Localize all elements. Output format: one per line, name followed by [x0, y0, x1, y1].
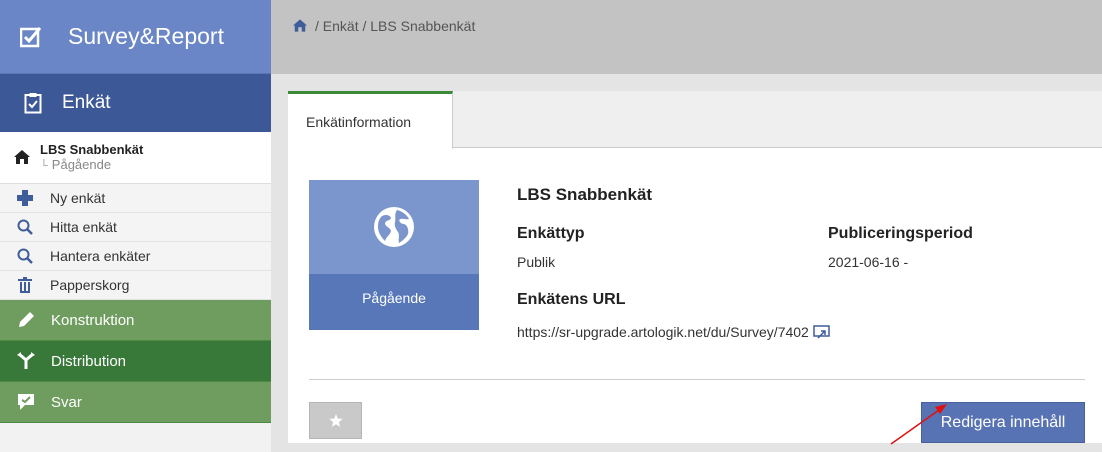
survey-url-label: Enkätens URL — [517, 291, 626, 308]
open-external-icon[interactable] — [813, 325, 830, 339]
sidebar-section-enkat[interactable]: Enkät — [0, 74, 271, 132]
group-label: Distribution — [51, 352, 127, 370]
section-title: Enkät — [62, 92, 111, 113]
current-survey-title: LBS Snabbenkät — [40, 141, 144, 157]
group-label: Konstruktion — [51, 311, 135, 329]
main-content: Enkätinformation Pågående LBS Snabbenkät… — [271, 74, 1102, 452]
sidebar-item-papperskorg[interactable]: Papperskorg — [0, 271, 271, 300]
sidebar-item-label: Ny enkät — [50, 190, 106, 206]
tree-branch-mark: └ — [40, 159, 48, 172]
sidebar-item-hitta-enkat[interactable]: Hitta enkät — [0, 213, 271, 242]
sidebar-item-label: Hantera enkäter — [50, 248, 151, 264]
survey-url-row: https://sr-upgrade.artologik.net/du/Surv… — [517, 324, 830, 340]
breadcrumb: / Enkät / LBS Snabbenkät — [271, 0, 1102, 74]
survey-status-tile: Pågående — [309, 180, 479, 330]
home-icon[interactable] — [293, 19, 307, 32]
plus-icon — [17, 190, 33, 206]
divider — [309, 379, 1085, 380]
home-icon — [14, 149, 30, 164]
globe-icon — [374, 207, 414, 247]
distribution-icon — [17, 352, 35, 369]
breadcrumb-text[interactable]: / Enkät / LBS Snabbenkät — [315, 18, 475, 34]
survey-type-value: Publik — [517, 254, 556, 270]
clipboard-check-icon — [24, 93, 42, 114]
search-icon — [17, 219, 33, 235]
pencil-icon — [19, 312, 34, 327]
sidebar-item-ny-enkat[interactable]: Ny enkät — [0, 184, 271, 213]
publication-period-label: Publiceringsperiod — [828, 225, 973, 242]
survey-type-label: Enkättyp — [517, 225, 585, 242]
brand-name: Survey&Report — [68, 23, 224, 49]
brand-header[interactable]: Survey&Report — [0, 0, 271, 74]
sidebar-item-label: Papperskorg — [50, 277, 130, 293]
sidebar-group-konstruktion[interactable]: Konstruktion — [0, 300, 271, 341]
favorite-button[interactable] — [309, 402, 362, 439]
sidebar: Survey&Report Enkät LBS Snabbenkät └ Pågå… — [0, 0, 271, 452]
tab-enkatinformation[interactable]: Enkätinformation — [288, 91, 453, 149]
annotation-arrow — [890, 404, 947, 445]
group-label: Svar — [51, 393, 82, 411]
publication-period-value: 2021-06-16 - — [828, 254, 909, 270]
tile-status-label: Pågående — [309, 274, 479, 330]
sidebar-group-svar[interactable]: Svar — [0, 382, 271, 423]
comment-icon — [18, 394, 34, 410]
tab-bar: Enkätinformation — [288, 91, 1102, 149]
survey-title: LBS Snabbenkät — [517, 185, 653, 204]
survey-url-link[interactable]: https://sr-upgrade.artologik.net/du/Surv… — [517, 324, 809, 340]
sidebar-item-hantera-enkater[interactable]: Hantera enkäter — [0, 242, 271, 271]
trash-icon — [18, 277, 32, 293]
survey-info-panel: Enkätinformation Pågående LBS Snabbenkät… — [288, 91, 1102, 443]
sidebar-item-label: Hitta enkät — [50, 219, 117, 235]
sidebar-current-survey[interactable]: LBS Snabbenkät └ Pågående — [0, 132, 271, 184]
star-icon — [328, 413, 343, 427]
current-survey-status: Pågående — [51, 156, 112, 172]
sidebar-group-distribution[interactable]: Distribution — [0, 341, 271, 382]
checkbox-logo-icon — [20, 26, 42, 47]
search-icon — [17, 248, 33, 264]
